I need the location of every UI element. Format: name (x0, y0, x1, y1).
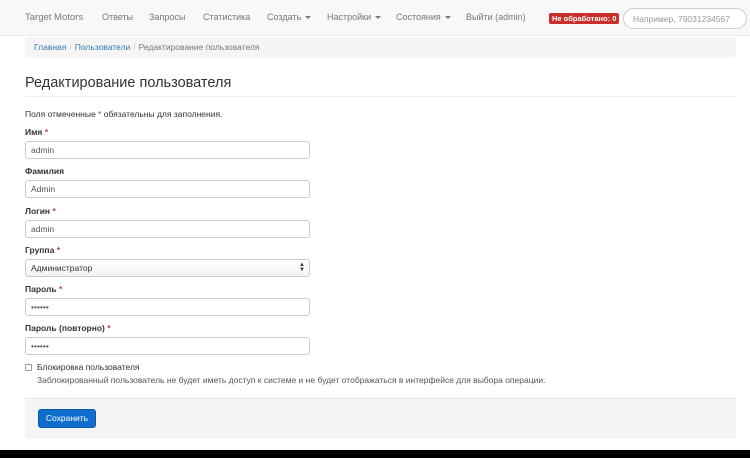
block-user-checkbox[interactable] (25, 364, 32, 371)
chevron-down-icon (444, 16, 451, 19)
chevron-down-icon (375, 16, 382, 19)
breadcrumb: Главная / Пользователи / Редактирование поль… (25, 37, 736, 58)
save-button[interactable]: Сохранить (38, 409, 96, 428)
block-user-label[interactable]: Блокировка пользователя (37, 362, 140, 372)
login-label: Логин * (25, 206, 56, 216)
required-asterisk: * (59, 284, 63, 294)
note-text-start: Поля отмеченные (25, 109, 99, 119)
page-title: Редактирование пользователя (25, 75, 232, 91)
required-asterisk: * (107, 323, 111, 333)
group-select[interactable]: Администратор ▲ ▼ (25, 259, 310, 277)
password-input[interactable] (25, 298, 310, 316)
last-name-label: Фамилия (25, 166, 65, 176)
nav-statistics[interactable]: Статистика (203, 12, 250, 22)
nav-requests-label: Запросы (149, 12, 186, 22)
select-arrows-icon: ▲ ▼ (299, 262, 305, 273)
nav-requests[interactable]: Запросы (149, 12, 185, 22)
nav-create-dropdown[interactable]: Создать (267, 12, 312, 22)
breadcrumb-separator: / (133, 42, 136, 52)
search-input[interactable] (623, 8, 747, 29)
first-name-label-text: Имя (25, 127, 43, 137)
form-actions-panel (25, 398, 736, 439)
group-select-value: Администратор (31, 263, 93, 273)
nav-states-label: Состояния (396, 12, 441, 22)
nav-answers-label: Ответы (102, 12, 134, 22)
nav-settings-label: Настройки (327, 12, 372, 22)
login-label-text: Логин (25, 206, 51, 216)
first-name-input[interactable] (25, 141, 310, 159)
password-label-text: Пароль (25, 284, 57, 294)
nav-states-dropdown[interactable]: Состояния (396, 12, 451, 22)
breadcrumb-current: Редактирование пользователя (138, 42, 260, 52)
breadcrumb-separator: / (69, 42, 72, 52)
group-label-text: Группа (25, 245, 55, 255)
required-asterisk: * (44, 127, 49, 137)
last-name-input[interactable] (25, 180, 310, 198)
nav-statistics-label: Статистика (203, 12, 251, 22)
screen: Target Motors Ответы Запросы Статистика … (0, 0, 750, 450)
top-navbar: Target Motors Ответы Запросы Статистика … (0, 0, 750, 36)
password-repeat-label: Пароль (повторно) * (25, 323, 111, 333)
nav-answers[interactable]: Ответы (102, 12, 133, 22)
nav-create-label: Создать (267, 12, 302, 22)
required-asterisk: * (52, 206, 56, 216)
breadcrumb-users-link[interactable]: Пользователи (75, 42, 130, 52)
password-repeat-input[interactable] (25, 337, 310, 355)
password-label: Пароль * (25, 284, 62, 294)
required-asterisk: * (56, 245, 60, 255)
nav-logout-label: Выйти (admin) (466, 12, 526, 22)
nav-logout[interactable]: Выйти (admin) (466, 12, 526, 22)
brand-link[interactable]: Target Motors (25, 12, 83, 23)
nav-settings-dropdown[interactable]: Настройки (327, 12, 382, 22)
chevron-down-icon (305, 16, 312, 19)
login-input[interactable] (25, 220, 310, 238)
breadcrumb-home-link[interactable]: Главная (34, 42, 66, 52)
group-label: Группа * (25, 245, 60, 255)
note-text-end: обязательны для заполнения. (101, 109, 223, 119)
required-fields-note: Поля отмеченные * обязательны для заполн… (25, 109, 222, 119)
title-divider (25, 96, 736, 97)
unprocessed-badge[interactable]: Не обработано: 0 (549, 13, 620, 24)
block-user-help-text: Заблокированный пользователь не будет им… (37, 375, 546, 385)
password-repeat-label-text: Пароль (повторно) (25, 323, 105, 333)
first-name-label: Имя * (25, 127, 48, 137)
